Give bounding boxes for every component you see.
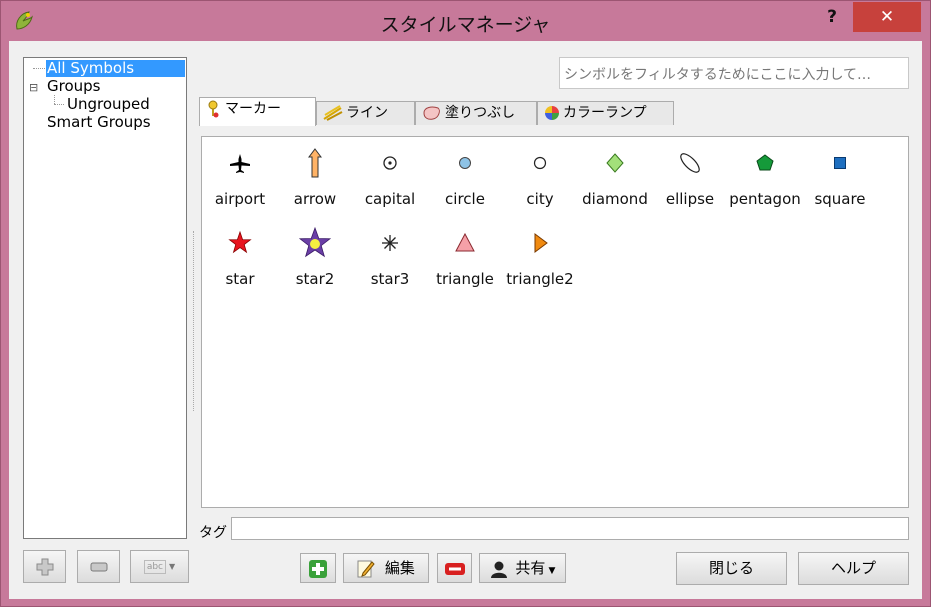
fill-icon bbox=[423, 106, 440, 120]
tree-item-all-symbols[interactable]: All Symbols bbox=[46, 60, 185, 77]
symbol-label: square bbox=[814, 190, 866, 208]
dropdown-arrow-icon: ▼ bbox=[548, 566, 556, 576]
tab-fill[interactable]: 塗りつぶし bbox=[415, 101, 537, 125]
star2-icon bbox=[299, 227, 331, 258]
title-bar[interactable]: スタイルマネージャ ? ✕ bbox=[1, 1, 930, 41]
list-item[interactable]: triangle bbox=[427, 217, 503, 288]
help-titlebar-button[interactable]: ? bbox=[819, 5, 845, 29]
edit-symbol-button[interactable]: 編集 bbox=[343, 553, 429, 583]
remove-symbol-icon bbox=[444, 562, 465, 575]
circle-icon bbox=[459, 157, 471, 169]
tab-marker-label: マーカー bbox=[225, 101, 281, 117]
edit-icon bbox=[357, 560, 375, 577]
symbol-list[interactable]: airport arrow capital circle city diamon… bbox=[201, 136, 909, 508]
tab-marker[interactable]: マーカー bbox=[199, 97, 316, 126]
triangle2-icon bbox=[534, 233, 548, 253]
arrow-icon bbox=[308, 148, 322, 178]
tree-item-groups[interactable]: Groups bbox=[47, 78, 100, 95]
list-item[interactable]: star3 bbox=[352, 217, 428, 288]
airport-icon bbox=[230, 154, 250, 173]
style-manager-window: スタイルマネージャ ? ✕ All Symbols ⊟ Groups Ungro… bbox=[0, 0, 931, 607]
symbol-label: triangle2 bbox=[506, 270, 574, 288]
city-icon bbox=[533, 156, 547, 170]
tab-line[interactable]: ライン bbox=[316, 101, 415, 125]
triangle-icon bbox=[455, 232, 475, 252]
close-button[interactable]: 閉じる bbox=[676, 552, 787, 585]
tab-color-ramp[interactable]: カラーランプ bbox=[537, 101, 674, 125]
dialog-body: All Symbols ⊟ Groups Ungrouped Smart Gro… bbox=[9, 41, 922, 599]
share-menu-button[interactable]: 共有 ▼ bbox=[479, 553, 566, 583]
tab-line-label: ライン bbox=[346, 105, 388, 121]
list-item[interactable]: triangle2 bbox=[502, 217, 578, 288]
tree-guide bbox=[33, 68, 45, 69]
tab-color-ramp-label: カラーランプ bbox=[563, 105, 647, 121]
window-title: スタイルマネージャ bbox=[380, 14, 551, 36]
tree-item-ungrouped[interactable]: Ungrouped bbox=[67, 96, 150, 113]
add-symbol-button[interactable] bbox=[300, 553, 336, 583]
marker-icon bbox=[208, 100, 219, 118]
group-tree[interactable]: All Symbols ⊟ Groups Ungrouped Smart Gro… bbox=[23, 57, 187, 539]
user-icon bbox=[490, 561, 507, 578]
list-item[interactable]: star bbox=[202, 217, 278, 288]
star3-icon bbox=[382, 235, 398, 251]
square-icon bbox=[834, 157, 846, 169]
capital-icon bbox=[383, 156, 397, 170]
list-item[interactable]: arrow bbox=[277, 137, 353, 208]
list-item[interactable]: city bbox=[502, 137, 578, 208]
list-item[interactable]: diamond bbox=[577, 137, 653, 208]
splitter-handle[interactable] bbox=[193, 231, 196, 411]
plus-icon bbox=[36, 558, 53, 575]
edit-symbol-label: 編集 bbox=[384, 559, 415, 577]
list-item[interactable]: star2 bbox=[277, 217, 353, 288]
diamond-icon bbox=[606, 153, 624, 173]
list-item[interactable]: pentagon bbox=[727, 137, 803, 208]
close-window-button[interactable]: ✕ bbox=[853, 2, 921, 32]
tree-guide bbox=[54, 95, 55, 104]
list-item[interactable]: airport bbox=[202, 137, 278, 208]
dropdown-arrow-icon: ▼ bbox=[169, 562, 176, 571]
line-icon bbox=[323, 105, 343, 121]
remove-group-button[interactable] bbox=[77, 550, 120, 583]
tag-input[interactable] bbox=[231, 517, 909, 540]
tag-label: タグ bbox=[199, 525, 227, 541]
tree-guide bbox=[54, 104, 64, 105]
rename-icon: abc bbox=[143, 559, 167, 574]
list-item[interactable]: square bbox=[802, 137, 878, 208]
help-button[interactable]: ヘルプ bbox=[798, 552, 909, 585]
list-item[interactable]: circle bbox=[427, 137, 503, 208]
list-item[interactable]: ellipse bbox=[652, 137, 728, 208]
list-item[interactable]: capital bbox=[352, 137, 428, 208]
remove-symbol-button[interactable] bbox=[437, 553, 472, 583]
group-edit-menu-button[interactable]: abc ▼ bbox=[130, 550, 189, 583]
minus-icon bbox=[90, 562, 107, 571]
symbol-filter-input[interactable]: シンボルをフィルタするためにここに入力して… bbox=[559, 57, 909, 89]
collapse-icon[interactable]: ⊟ bbox=[29, 82, 38, 93]
add-group-button[interactable] bbox=[23, 550, 66, 583]
tree-item-smart-groups[interactable]: Smart Groups bbox=[47, 114, 151, 131]
share-label: 共有 bbox=[515, 559, 546, 577]
color-ramp-icon bbox=[545, 106, 559, 120]
add-symbol-icon bbox=[309, 559, 327, 578]
pentagon-icon bbox=[756, 154, 774, 171]
tab-fill-label: 塗りつぶし bbox=[445, 105, 516, 121]
ellipse-icon bbox=[680, 153, 700, 173]
star-icon bbox=[228, 230, 252, 254]
